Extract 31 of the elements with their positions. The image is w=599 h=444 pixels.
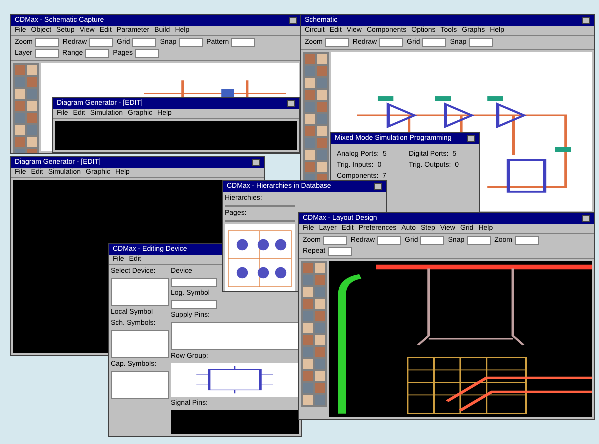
dropdown-field[interactable] — [34, 38, 59, 47]
input-field[interactable] — [171, 300, 217, 309]
list-box[interactable] — [111, 371, 169, 399]
close-icon[interactable] — [374, 183, 382, 190]
dropdown-field[interactable] — [132, 38, 156, 47]
close-icon[interactable] — [582, 215, 590, 222]
dropdown-field[interactable] — [466, 236, 491, 245]
dropdown-field[interactable] — [420, 236, 444, 245]
dropdown-field[interactable] — [135, 49, 160, 58]
dropdown-field[interactable] — [89, 38, 114, 47]
dropdown-field[interactable] — [178, 38, 203, 47]
dropdown-field[interactable] — [514, 236, 539, 245]
close-icon[interactable] — [252, 159, 260, 166]
close-icon[interactable] — [287, 100, 295, 107]
dropdown-field[interactable] — [422, 38, 446, 47]
dropdown-field[interactable] — [324, 38, 349, 47]
list-box[interactable] — [111, 330, 169, 358]
dropdown-field[interactable] — [85, 49, 110, 58]
close-icon[interactable] — [289, 17, 297, 24]
dropdown-field[interactable] — [377, 236, 402, 245]
list-box[interactable] — [111, 278, 169, 306]
dropdown-field[interactable] — [468, 38, 493, 47]
close-icon[interactable] — [582, 17, 590, 24]
input-field[interactable] — [171, 278, 217, 287]
dropdown-field[interactable] — [328, 247, 352, 256]
dropdown-field[interactable] — [231, 38, 256, 47]
dropdown-field[interactable] — [322, 236, 347, 245]
dropdown-field[interactable] — [379, 38, 404, 47]
list-box[interactable] — [171, 322, 299, 350]
close-icon[interactable] — [467, 135, 475, 142]
dropdown-field[interactable] — [34, 49, 59, 58]
